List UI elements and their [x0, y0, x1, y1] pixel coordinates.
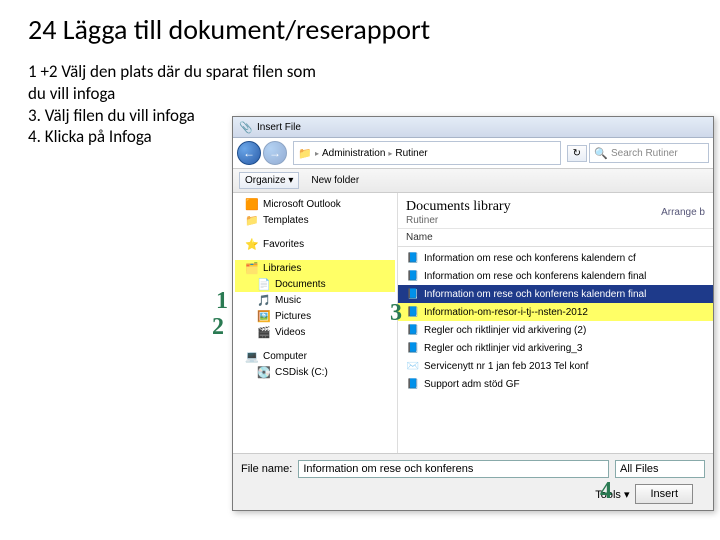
word-icon: 📘	[406, 341, 420, 355]
insert-file-dialog: 📎 Insert File ← → 📁 ▸ Administration ▸ R…	[232, 116, 714, 511]
tree-computer[interactable]: 💻Computer	[235, 348, 395, 364]
column-header-name[interactable]: Name	[398, 229, 713, 247]
chevron-right-icon: ▸	[388, 149, 392, 158]
word-icon: 📘	[406, 377, 420, 391]
file-list: 📘Information om rese och konferens kalen…	[398, 247, 713, 395]
attach-icon: 📎	[239, 120, 253, 134]
word-icon: 📘	[406, 269, 420, 283]
forward-button[interactable]: →	[263, 141, 287, 165]
file-row[interactable]: 📘Information-om-resor-i-tj--nsten-2012	[398, 303, 713, 321]
word-icon: 📘	[406, 323, 420, 337]
file-row[interactable]: 📘Regler och riktlinjer vid arkivering_3	[398, 339, 713, 357]
arrange-by[interactable]: Arrange b	[661, 207, 705, 218]
dialog-navbar: ← → 📁 ▸ Administration ▸ Rutiner ↻ 🔍 Sea…	[233, 138, 713, 169]
refresh-button[interactable]: ↻	[567, 145, 587, 162]
organize-button[interactable]: Organize ▾	[239, 172, 299, 189]
pictures-icon: 🖼️	[257, 309, 271, 323]
file-list-pane: Documents library Rutiner Arrange b Name…	[398, 193, 713, 453]
library-subtitle: Rutiner	[406, 215, 661, 226]
filename-label: File name:	[241, 463, 292, 475]
file-row[interactable]: 📘Regler och riktlinjer vid arkivering (2…	[398, 321, 713, 339]
tree-pictures[interactable]: 🖼️Pictures	[235, 308, 395, 324]
word-icon: 📘	[406, 305, 420, 319]
file-row[interactable]: 📘Support adm stöd GF	[398, 375, 713, 393]
file-row[interactable]: 📘Information om rese och konferens kalen…	[398, 249, 713, 267]
folder-icon: 📁	[245, 213, 259, 227]
library-header: Documents library Rutiner Arrange b	[398, 193, 713, 229]
file-row-selected[interactable]: 📘Information om rese och konferens kalen…	[398, 285, 713, 303]
file-row[interactable]: 📘Information om rese och konferens kalen…	[398, 267, 713, 285]
annotation-2: 2	[212, 314, 224, 341]
library-title: Documents library	[406, 199, 661, 215]
dialog-toolbar: Organize ▾ New folder	[233, 169, 713, 193]
breadcrumb[interactable]: 📁 ▸ Administration ▸ Rutiner	[293, 141, 561, 165]
slide-title: 24 Lägga till dokument/reserapport	[28, 12, 692, 47]
dialog-title: Insert File	[257, 122, 301, 133]
music-icon: 🎵	[257, 293, 271, 307]
outlook-icon: 🟧	[245, 197, 259, 211]
filename-input[interactable]	[298, 460, 609, 478]
documents-icon: 📄	[257, 277, 271, 291]
crumb-rutiner[interactable]: Rutiner	[395, 148, 427, 159]
tree-templates[interactable]: 📁Templates	[235, 212, 395, 228]
computer-icon: 💻	[245, 349, 259, 363]
folder-icon: 📁	[298, 146, 312, 160]
file-filter-dropdown[interactable]: All Files	[615, 460, 705, 478]
tree-cdrive[interactable]: 💽CSDisk (C:)	[235, 364, 395, 380]
tree-documents[interactable]: 📄Documents	[235, 276, 395, 292]
search-input[interactable]: 🔍 Search Rutiner	[589, 143, 709, 163]
search-placeholder: Search Rutiner	[611, 148, 678, 159]
folder-tree: 🟧Microsoft Outlook 📁Templates ⭐Favorites…	[233, 193, 398, 453]
tree-libraries[interactable]: 🗂️Libraries	[235, 260, 395, 276]
dialog-titlebar: 📎 Insert File	[233, 117, 713, 138]
dialog-footer: File name: All Files Tools ▾ Insert	[233, 453, 713, 510]
drive-icon: 💽	[257, 365, 271, 379]
word-icon: 📘	[406, 251, 420, 265]
instruction-line-1: 1 +2 Välj den plats där du sparat filen …	[28, 61, 328, 105]
tree-videos[interactable]: 🎬Videos	[235, 324, 395, 340]
search-icon: 🔍	[594, 146, 608, 160]
new-folder-button[interactable]: New folder	[311, 175, 359, 186]
chevron-right-icon: ▸	[315, 149, 319, 158]
tools-button[interactable]: Tools ▾	[595, 488, 629, 501]
annotation-1: 1	[216, 288, 228, 315]
videos-icon: 🎬	[257, 325, 271, 339]
tree-favorites[interactable]: ⭐Favorites	[235, 236, 395, 252]
crumb-administration[interactable]: Administration	[322, 148, 385, 159]
back-button[interactable]: ←	[237, 141, 261, 165]
file-row[interactable]: ✉️Servicenytt nr 1 jan feb 2013 Tel konf	[398, 357, 713, 375]
word-icon: 📘	[406, 287, 420, 301]
tree-outlook[interactable]: 🟧Microsoft Outlook	[235, 196, 395, 212]
insert-button[interactable]: Insert	[635, 484, 693, 504]
star-icon: ⭐	[245, 237, 259, 251]
mail-icon: ✉️	[406, 359, 420, 373]
tree-music[interactable]: 🎵Music	[235, 292, 395, 308]
libraries-icon: 🗂️	[245, 261, 259, 275]
